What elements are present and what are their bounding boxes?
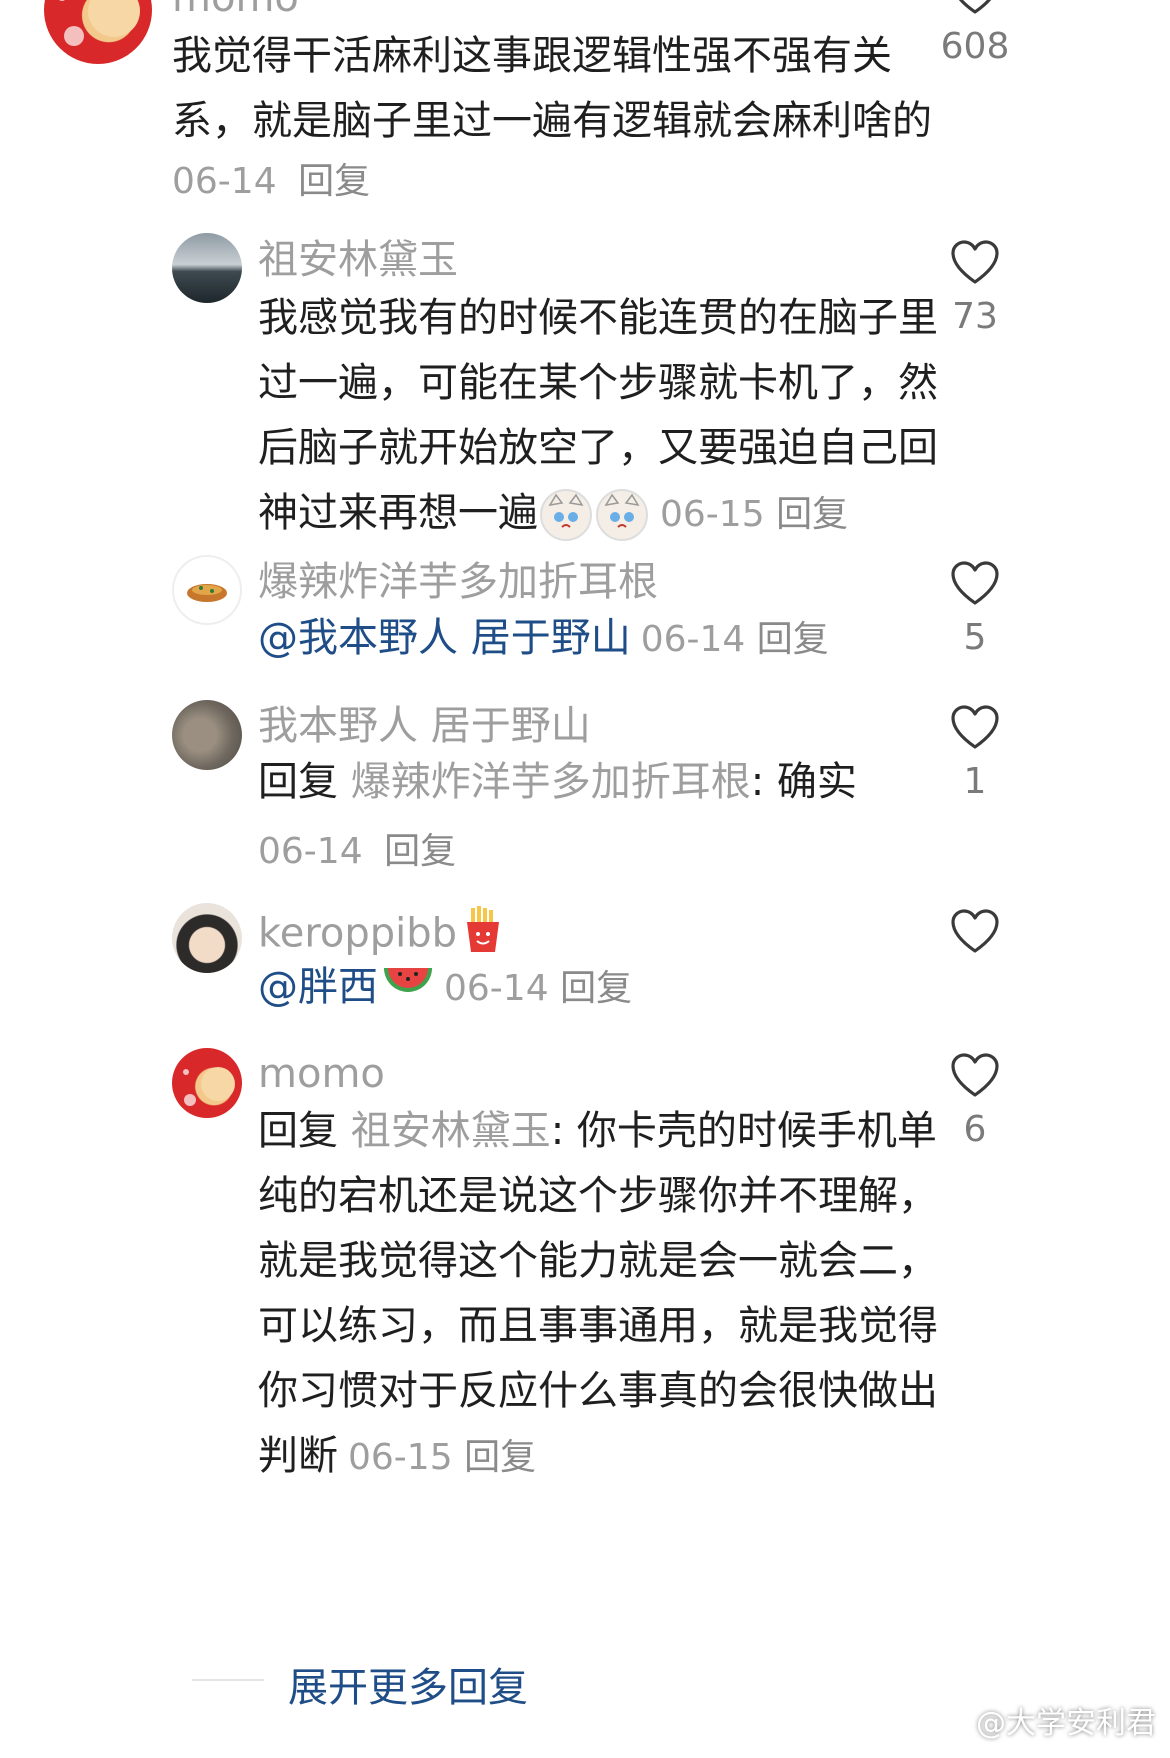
username[interactable]: 爆辣炸洋芋多加折耳根	[258, 558, 658, 606]
heart-icon	[951, 705, 999, 749]
like-button[interactable]: 608	[930, 0, 1020, 68]
comment-meta: 06-14 回复	[258, 822, 456, 874]
comment-line: 可以练习，而且事事通用，就是我觉得	[258, 1303, 938, 1349]
comment-line: 纯的宕机还是说这个步骤你并不理解，	[258, 1173, 938, 1219]
comment-line: 就是我觉得这个能力就是会一就会二，	[258, 1238, 938, 1284]
divider	[192, 1679, 264, 1681]
reply-button[interactable]: 回复	[776, 494, 848, 535]
avatar[interactable]	[172, 555, 242, 625]
heart-icon	[958, 0, 992, 14]
crying-cat-emoji	[540, 489, 592, 541]
heart-icon	[951, 1053, 999, 1097]
reply-button[interactable]: 回复	[757, 619, 829, 660]
weibo-logo-icon	[930, 1704, 970, 1744]
reply-body: : 确实	[750, 759, 857, 805]
quoted-username[interactable]: 祖安林黛玉	[351, 1108, 551, 1154]
username[interactable]: 祖安林黛玉	[258, 236, 458, 284]
like-count: 1	[963, 761, 987, 802]
mention-link[interactable]: @我本野人 居于野山	[258, 615, 631, 661]
comment-date: 06-15	[660, 494, 765, 535]
avatar[interactable]	[172, 700, 242, 770]
comment-line: 系，就是脑子里过一遍有逻辑就会麻利啥的	[172, 98, 932, 144]
reply-button[interactable]: 回复	[384, 831, 456, 872]
comment-text: 我感觉我有的时候不能连贯的在脑子里 过一遍，可能在某个步骤就卡机了，然 后脑子就…	[258, 286, 938, 547]
reply-prefix: 回复	[258, 1108, 338, 1154]
comment-line: 判断	[258, 1433, 338, 1479]
avatar[interactable]	[172, 903, 242, 973]
heart-icon	[951, 561, 999, 605]
quoted-username[interactable]: 爆辣炸洋芋多加折耳根	[351, 759, 751, 805]
like-button[interactable]: 1	[930, 705, 1020, 803]
crying-cat-emoji	[596, 489, 648, 541]
reply-button[interactable]: 回复	[560, 968, 632, 1009]
comment-date: 06-14	[172, 161, 277, 202]
comment-text: @胖西 06-14 回复	[258, 955, 632, 1022]
mention-link[interactable]: @胖西	[258, 964, 378, 1010]
comment-meta: 06-15 回复	[660, 494, 848, 535]
comment-text: 回复 祖安林黛玉: 你卡壳的时候手机单 纯的宕机还是说这个步骤你并不理解， 就是…	[258, 1099, 938, 1490]
comment-date: 06-14	[258, 831, 363, 872]
comment-meta: 06-14 回复	[444, 968, 632, 1009]
watermelon-emoji	[382, 957, 434, 1022]
comment-date: 06-14	[444, 968, 549, 1009]
avatar[interactable]	[44, 0, 152, 64]
like-button[interactable]: 6	[930, 1053, 1020, 1151]
reply-button[interactable]: 回复	[464, 1437, 536, 1478]
comment-text: @我本野人 居于野山 06-14 回复	[258, 606, 829, 672]
expand-more-label[interactable]: 展开更多回复	[288, 1655, 528, 1713]
reply-button[interactable]: 回复	[298, 161, 370, 202]
comment-line-last: 判断 06-15 回复	[258, 1424, 938, 1490]
comment-line-last: 神过来再想一遍 06-15 回复	[258, 481, 938, 547]
username[interactable]: keroppibb	[258, 911, 457, 957]
comment-line: 过一遍，可能在某个步骤就卡机了，然	[258, 360, 938, 406]
comment-meta: 06-14 回复	[172, 152, 370, 204]
avatar[interactable]	[172, 233, 242, 303]
comment-line: 后脑子就开始放空了，又要强迫自己回	[258, 425, 938, 471]
comment-line: @胖西 06-14 回复	[258, 955, 632, 1022]
like-count: 73	[952, 296, 998, 337]
comment-line: 神过来再想一遍	[258, 490, 538, 536]
comment-meta: 06-15 回复	[348, 1437, 536, 1478]
comment-line: @我本野人 居于野山 06-14 回复	[258, 606, 829, 672]
username[interactable]: 我本野人 居于野山	[258, 702, 591, 750]
comment-line: 回复 祖安林黛玉: 你卡壳的时候手机单	[258, 1099, 938, 1164]
heart-icon	[951, 909, 999, 953]
comment-line: 你习惯对于反应什么事真的会很快做出	[258, 1368, 938, 1414]
comment-line: 我觉得干活麻利这事跟逻辑性强不强有关	[172, 33, 892, 79]
like-count: 5	[963, 617, 987, 658]
comment-meta: 06-14 回复	[641, 619, 829, 660]
comment-line: 我感觉我有的时候不能连贯的在脑子里	[258, 295, 938, 341]
avatar[interactable]	[172, 1048, 242, 1118]
watermark-text: @大学安利君	[976, 1705, 1156, 1741]
like-button[interactable]: 5	[930, 561, 1020, 659]
username[interactable]: momo	[258, 1050, 385, 1098]
comment-date: 06-15	[348, 1437, 453, 1478]
reply-body: : 你卡壳的时候手机单	[550, 1108, 937, 1154]
reply-prefix: 回复	[258, 759, 338, 805]
username[interactable]: momo	[172, 0, 299, 22]
heart-icon	[951, 240, 999, 284]
like-count: 6	[963, 1109, 987, 1150]
like-button[interactable]	[930, 909, 1020, 965]
comment-text: 我觉得干活麻利这事跟逻辑性强不强有关 系，就是脑子里过一遍有逻辑就会麻利啥的	[172, 24, 932, 154]
comment-date: 06-14	[640, 619, 746, 660]
like-button[interactable]: 73	[930, 240, 1020, 338]
like-count: 608	[940, 26, 1010, 67]
comment-line: 回复 爆辣炸洋芋多加折耳根: 确实	[258, 750, 857, 815]
comment-text: 回复 爆辣炸洋芋多加折耳根: 确实	[258, 750, 857, 815]
watermark: @大学安利君	[930, 1698, 1156, 1745]
